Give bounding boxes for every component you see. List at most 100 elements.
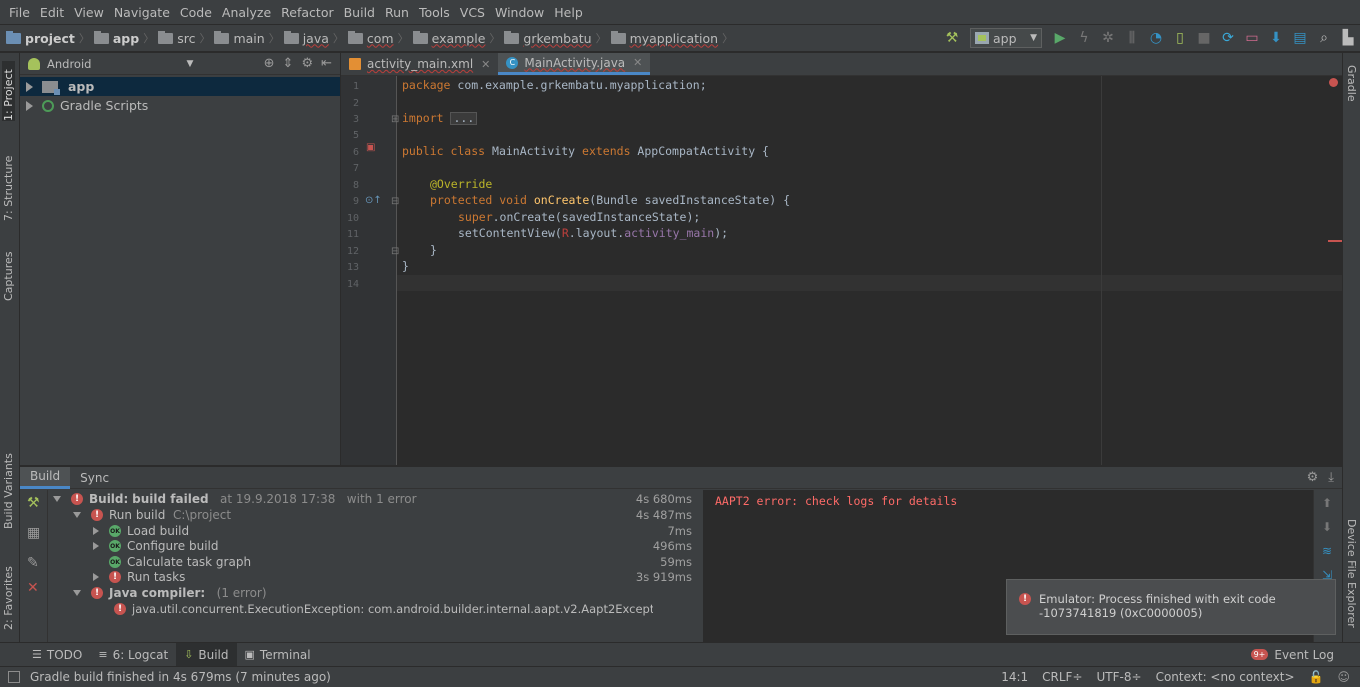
tool-tab-device-file-explorer[interactable]: Device File Explorer [1345,519,1358,629]
caret-position[interactable]: 14:1 [1001,670,1028,684]
tab-build[interactable]: Build [20,466,71,489]
tool-windows-toggle-icon[interactable] [8,671,20,683]
run-configuration-select[interactable]: app ▼ [970,28,1042,48]
tree-row-load-build[interactable]: OK Load build 7ms [48,523,703,539]
menu-help[interactable]: Help [549,5,588,20]
breadcrumb-src[interactable]: src 〉 [158,30,210,46]
file-encoding[interactable]: UTF-8÷ [1097,670,1142,684]
hide-panel-icon[interactable]: ⇤ [321,56,332,71]
tool-button-terminal[interactable]: ▣ Terminal [237,643,319,667]
expand-arrow-icon[interactable] [26,100,33,111]
menu-refactor[interactable]: Refactor [276,5,338,20]
inspector-icon[interactable]: ☺ [1337,670,1350,684]
tool-tab-structure[interactable]: 7: Structure [2,145,15,221]
tool-tab-captures[interactable]: Captures [2,241,15,301]
tree-row-exception[interactable]: ! java.util.concurrent.ExecutionExceptio… [48,601,653,617]
expand-arrow-icon[interactable] [93,573,99,581]
tab-activity-main-xml[interactable]: activity_main.xml ✕ [341,53,498,75]
attach-process-icon[interactable]: ▯ [1169,27,1191,49]
arrow-up-icon[interactable]: ⬆ [1322,496,1332,510]
apply-changes-icon[interactable]: ϟ [1073,27,1095,49]
breadcrumb-app[interactable]: app 〉 [93,30,154,46]
expand-arrow-icon[interactable] [53,496,61,502]
project-structure-icon[interactable]: ▤ [1289,27,1311,49]
stop-icon[interactable]: ■ [1193,27,1215,49]
layout-file-icon[interactable]: ▣ [366,142,375,153]
expand-arrow-icon[interactable] [73,512,81,518]
attach-debugger-icon[interactable]: ⫼ [1121,27,1143,49]
hide-panel-icon[interactable]: ⤓ [1328,470,1334,485]
tool-tab-gradle[interactable]: Gradle [1345,65,1358,115]
gear-icon[interactable]: ⚙ [301,56,313,71]
profiler-icon[interactable]: ◔ [1145,27,1167,49]
tree-row-java-compiler[interactable]: ! Java compiler: (1 error) [48,585,703,601]
notification-balloon[interactable]: ! Emulator: Process finished with exit c… [1006,579,1336,635]
breadcrumb-myapplication[interactable]: myapplication 〉 [610,30,733,46]
arrow-down-icon[interactable]: ⬇ [1322,520,1332,534]
close-icon[interactable]: ✕ [481,58,490,71]
menu-file[interactable]: File [4,5,35,20]
tool-tab-project[interactable]: 1: Project [2,61,15,121]
tab-main-activity-java[interactable]: C MainActivity.java ✕ [498,53,651,75]
lock-icon[interactable]: 🔓 [1309,670,1324,684]
tree-row-run-tasks[interactable]: ! Run tasks 3s 919ms [48,569,703,585]
soft-wrap-icon[interactable]: ≋ [1322,544,1332,558]
line-separator[interactable]: CRLF÷ [1042,670,1082,684]
project-view-mode-select[interactable]: Android [47,57,91,71]
tree-item-gradle-scripts[interactable]: Gradle Scripts [20,96,340,115]
debug-icon[interactable]: ✲ [1097,27,1119,49]
tool-button-build[interactable]: ⇩ Build [176,642,237,667]
override-method-icon[interactable]: ⊙↑ [365,195,382,206]
tree-row-run-build[interactable]: ! Run build C:\project 4s 487ms [48,507,703,523]
menu-window[interactable]: Window [490,5,549,20]
tool-button-todo[interactable]: ☰ TODO [24,643,90,667]
expand-arrow-icon[interactable] [93,527,99,535]
fold-toggle-icon[interactable]: ⊟ [391,196,399,207]
menu-run[interactable]: Run [380,5,414,20]
code-area[interactable]: package com.example.grkembatu.myapplicat… [402,76,1342,465]
fold-toggle-icon[interactable]: ⊞ [391,114,399,125]
sync-gradle-icon[interactable]: ⟳ [1217,27,1239,49]
fold-toggle-icon[interactable]: ⊟ [391,246,399,257]
pin-icon[interactable]: ✎ [27,555,39,571]
collapse-all-icon[interactable]: ⇕ [283,56,294,71]
breadcrumb-java[interactable]: java 〉 [283,30,344,46]
expand-arrow-icon[interactable] [26,81,33,92]
search-icon[interactable]: ⌕ [1313,27,1335,49]
tab-sync[interactable]: Sync [70,467,119,489]
chevron-down-icon[interactable]: ▼ [186,59,193,69]
hammer-icon[interactable]: ⚒ [27,495,40,511]
status-message[interactable]: Gradle build finished in 4s 679ms (7 min… [30,670,331,684]
tool-tab-build-variants[interactable]: Build Variants [2,445,15,529]
breadcrumb-project[interactable]: project 〉 [6,30,90,46]
layout-inspector-icon[interactable]: ▙ [1337,27,1359,49]
gear-icon[interactable]: ⚙ [1307,470,1319,485]
menu-navigate[interactable]: Navigate [109,5,175,20]
tool-tab-favorites[interactable]: 2: Favorites [2,558,15,630]
breadcrumb-example[interactable]: example 〉 [412,30,500,46]
tree-item-app[interactable]: app [20,77,340,96]
expand-arrow-icon[interactable] [73,590,81,596]
menu-build[interactable]: Build [339,5,380,20]
locate-icon[interactable]: ⊕ [264,56,275,71]
context-indicator[interactable]: Context: <no context> [1156,670,1295,684]
close-icon[interactable]: ✕ [27,580,39,596]
hammer-icon[interactable]: ⚒ [941,27,963,49]
sdk-manager-icon[interactable]: ⬇ [1265,27,1287,49]
menu-edit[interactable]: Edit [35,5,69,20]
run-icon[interactable]: ▶ [1049,27,1071,49]
expand-arrow-icon[interactable] [93,542,99,550]
tool-button-logcat[interactable]: ≡ 6: Logcat [90,643,176,667]
event-log-button[interactable]: 9+ Event Log [1250,648,1360,662]
tree-row-configure-build[interactable]: OK Configure build 496ms [48,538,703,554]
breadcrumb-grkembatu[interactable]: grkembatu 〉 [504,30,607,46]
menu-analyze[interactable]: Analyze [217,5,276,20]
menu-code[interactable]: Code [175,5,217,20]
folded-imports[interactable]: ... [450,112,478,125]
menu-tools[interactable]: Tools [414,5,455,20]
breadcrumb-com[interactable]: com 〉 [347,30,409,46]
error-indicator-icon[interactable] [1329,78,1338,87]
tree-row-calculate-task-graph[interactable]: OK Calculate task graph 59ms [48,554,703,570]
error-stripe-mark[interactable] [1328,240,1342,242]
tree-row-build[interactable]: ! Build: build failed at 19.9.2018 17:38… [48,491,703,507]
